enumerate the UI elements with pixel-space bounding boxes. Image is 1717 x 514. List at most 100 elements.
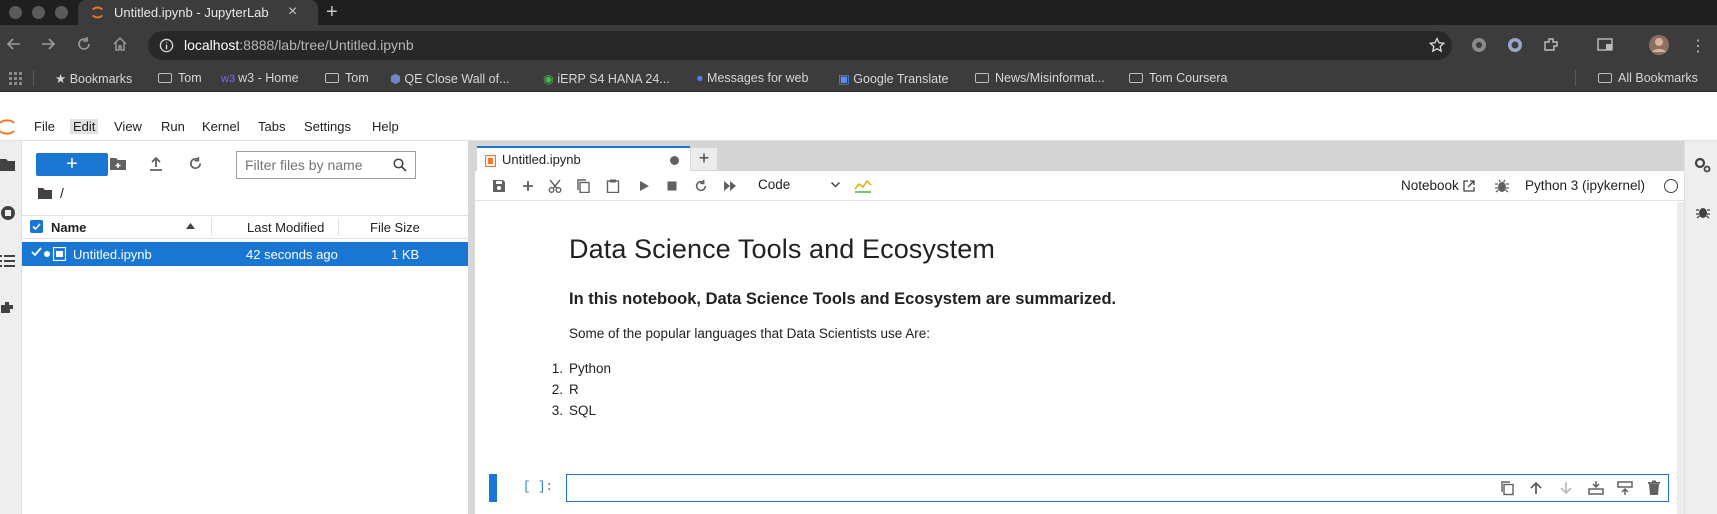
filter-files-field[interactable]: [245, 153, 395, 177]
folder-icon: [1598, 73, 1612, 83]
execution-time-icon[interactable]: [854, 179, 872, 193]
notebook-file-icon: [53, 247, 66, 261]
insert-cell-below-icon[interactable]: [1617, 480, 1633, 496]
notebook-tab[interactable]: Untitled.ipynb: [477, 146, 690, 172]
menu-kernel[interactable]: Kernel: [202, 119, 240, 134]
insert-cell-above-icon[interactable]: [1588, 480, 1604, 496]
column-file-size[interactable]: File Size: [370, 220, 420, 235]
add-tab-button[interactable]: +: [691, 148, 717, 170]
column-separator: [338, 218, 339, 236]
file-browser-folder-icon[interactable]: [0, 157, 15, 171]
sort-up-icon[interactable]: [186, 222, 195, 229]
refresh-icon[interactable]: [188, 156, 206, 174]
column-last-modified[interactable]: Last Modified: [247, 220, 324, 235]
unsaved-dot-icon[interactable]: [670, 156, 679, 165]
bookmark-messages[interactable]: ● Messages for web: [696, 71, 808, 85]
close-tab-icon[interactable]: ×: [288, 3, 297, 21]
new-launcher-button[interactable]: +: [36, 153, 108, 176]
url-path: :8888/lab/tree/Untitled.ipynb: [239, 37, 414, 53]
browser-menu-icon[interactable]: ⋮: [1690, 36, 1706, 56]
new-tab-icon[interactable]: +: [326, 1, 338, 24]
table-of-contents-icon[interactable]: [0, 254, 15, 268]
filter-files-input[interactable]: [236, 151, 416, 179]
notebook-scrollbar[interactable]: [1677, 202, 1684, 514]
back-arrow-icon[interactable]: [6, 36, 22, 52]
side-panel-icon[interactable]: [1596, 36, 1614, 54]
address-bar[interactable]: localhost:8888/lab/tree/Untitled.ipynb: [148, 31, 1452, 60]
reload-icon[interactable]: [76, 36, 92, 52]
save-icon[interactable]: [492, 179, 506, 193]
file-row[interactable]: Untitled.ipynb 42 seconds ago 1 KB: [22, 242, 468, 266]
cell-type-select[interactable]: Code: [758, 177, 844, 195]
menu-tabs[interactable]: Tabs: [258, 119, 285, 134]
breadcrumb-root[interactable]: /: [60, 185, 64, 201]
interrupt-icon[interactable]: [665, 179, 679, 193]
apps-grid-icon[interactable]: [9, 72, 23, 86]
select-all-checkbox[interactable]: [30, 220, 43, 233]
bookmark-ierp[interactable]: ◉ iERP S4 HANA 24...: [543, 71, 670, 86]
menu-file[interactable]: File: [34, 119, 55, 134]
menu-view[interactable]: View: [114, 119, 142, 134]
extension-manager-puzzle-icon[interactable]: [0, 300, 16, 316]
panel-splitter[interactable]: [468, 141, 475, 514]
menu-settings[interactable]: Settings: [304, 119, 351, 134]
browser-tab-title: Untitled.ipynb - JupyterLab: [114, 5, 269, 20]
debugger-bug-icon[interactable]: [1494, 178, 1510, 194]
selected-check-icon[interactable]: [31, 246, 42, 257]
menu-run[interactable]: Run: [161, 119, 185, 134]
restart-icon[interactable]: [694, 179, 708, 193]
code-cell-editor[interactable]: [566, 474, 1669, 502]
restart-run-all-icon[interactable]: [723, 179, 737, 193]
profile-avatar[interactable]: [1648, 34, 1670, 56]
extension-1-icon[interactable]: [1470, 36, 1488, 54]
extension-2-icon[interactable]: [1506, 36, 1524, 54]
move-cell-up-icon[interactable]: [1528, 480, 1544, 496]
window-zoom-dot[interactable]: [55, 6, 68, 19]
delete-cell-trash-icon[interactable]: [1646, 480, 1662, 496]
file-size: 1 KB: [391, 247, 420, 262]
kernel-status-idle-icon: [1664, 179, 1678, 193]
bookmark-w3-home[interactable]: w3 w3 - Home: [221, 71, 299, 85]
extensions-puzzle-icon[interactable]: [1542, 36, 1560, 54]
running-kernels-icon[interactable]: [0, 205, 16, 221]
new-folder-icon[interactable]: [110, 156, 128, 174]
folder-icon[interactable]: [38, 187, 52, 199]
bookmark-news[interactable]: News/Misinformat...: [975, 71, 1105, 85]
column-name[interactable]: Name: [51, 220, 86, 235]
kernel-name[interactable]: Python 3 (ipykernel): [1525, 178, 1645, 193]
menu-help[interactable]: Help: [372, 119, 399, 134]
paste-icon[interactable]: [606, 179, 620, 193]
notebook-panel: Untitled.ipynb + Code Notebook Python 3 …: [475, 141, 1684, 514]
cut-icon[interactable]: [548, 179, 562, 193]
active-cell-indicator[interactable]: [489, 474, 497, 502]
w3-icon: w3: [221, 73, 239, 85]
debugger-panel-bug-icon[interactable]: [1695, 204, 1711, 220]
forward-arrow-icon[interactable]: [40, 36, 56, 52]
copy-icon[interactable]: [576, 179, 590, 193]
qe-icon: ⬢: [390, 72, 405, 86]
upload-icon[interactable]: [149, 156, 167, 174]
markdown-heading: Data Science Tools and Ecosystem: [569, 234, 995, 264]
window-close-dot[interactable]: [9, 6, 22, 19]
bookmark-qe-close[interactable]: ⬢ QE Close Wall of...: [390, 71, 510, 86]
open-in-notebook-link[interactable]: Notebook: [1401, 178, 1475, 193]
bookmark-bookmarks[interactable]: ★ Bookmarks: [55, 71, 132, 86]
file-list-header: Name Last Modified File Size: [22, 215, 468, 239]
property-inspector-gears-icon[interactable]: [1694, 156, 1711, 173]
bookmark-tom-2[interactable]: Tom: [325, 71, 369, 85]
all-bookmarks[interactable]: All Bookmarks: [1598, 71, 1698, 85]
site-info-icon[interactable]: [159, 38, 174, 53]
move-cell-down-icon[interactable]: [1558, 480, 1574, 496]
duplicate-cell-icon[interactable]: [1499, 480, 1515, 496]
home-icon[interactable]: [112, 36, 128, 52]
bookmark-tom[interactable]: Tom: [158, 71, 202, 85]
bookmark-google-translate[interactable]: ▣ Google Translate: [838, 71, 949, 86]
run-icon[interactable]: [637, 179, 651, 193]
insert-cell-icon[interactable]: [521, 179, 535, 193]
bookmark-star-icon[interactable]: [1429, 37, 1445, 53]
window-minimize-dot[interactable]: [32, 6, 45, 19]
code-cell[interactable]: [ ]:: [489, 474, 1669, 502]
menu-edit[interactable]: Edit: [70, 119, 99, 134]
bookmark-tom-coursera[interactable]: Tom Coursera: [1129, 71, 1228, 85]
browser-tab[interactable]: Untitled.ipynb - JupyterLab ×: [78, 0, 318, 25]
